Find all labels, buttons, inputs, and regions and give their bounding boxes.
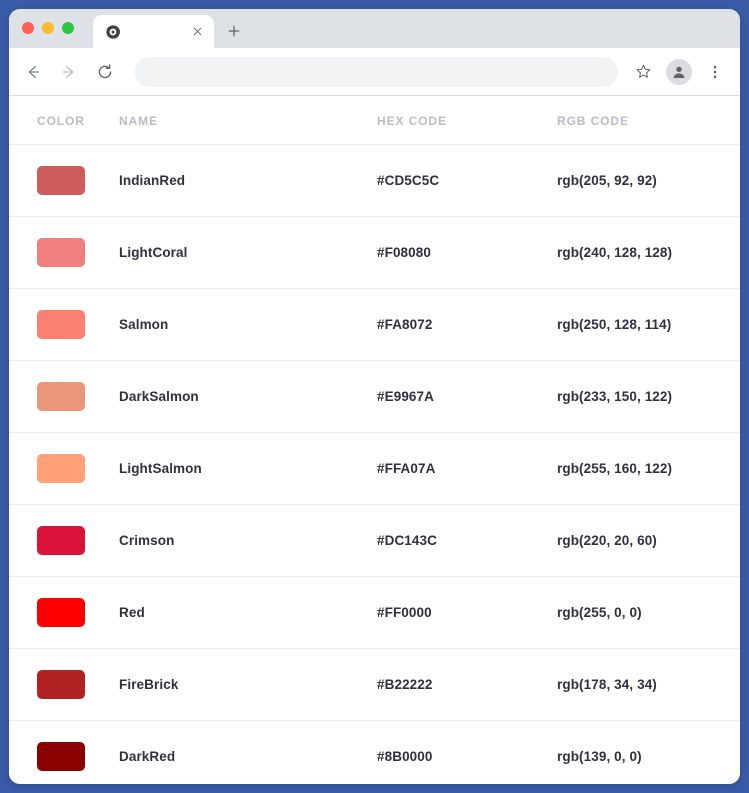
color-swatch (37, 454, 85, 483)
cell-rgb-code: rgb(178, 34, 34) (557, 648, 740, 721)
column-header-hex: HEX CODE (377, 96, 557, 145)
cell-color-swatch (9, 720, 119, 784)
table-row: Red #FF0000 rgb(255, 0, 0) (9, 576, 740, 649)
page-content: COLOR NAME HEX CODE RGB CODE IndianRed #C… (9, 96, 740, 784)
cell-color-name: FireBrick (119, 648, 377, 721)
maximize-window-button[interactable] (62, 21, 74, 34)
cell-color-name: LightCoral (119, 216, 377, 289)
cell-hex-code: #E9967A (377, 360, 557, 433)
column-header-color: COLOR (9, 96, 119, 145)
cell-hex-code: #F08080 (377, 216, 557, 289)
cell-hex-code: #8B0000 (377, 720, 557, 784)
column-header-name: NAME (119, 96, 377, 145)
new-tab-button[interactable] (220, 17, 248, 45)
color-swatch (37, 238, 85, 267)
browser-tab[interactable] (93, 15, 214, 48)
column-header-rgb: RGB CODE (557, 96, 740, 145)
color-swatch (37, 598, 85, 627)
cell-rgb-code: rgb(240, 128, 128) (557, 216, 740, 289)
tab-strip (9, 9, 740, 48)
browser-toolbar (9, 48, 740, 96)
color-swatch (37, 526, 85, 555)
three-dot-menu-icon[interactable] (700, 57, 730, 87)
color-table-body: IndianRed #CD5C5C rgb(205, 92, 92) LightCor… (9, 144, 740, 784)
cell-hex-code: #DC143C (377, 504, 557, 577)
table-row: DarkSalmon #E9967A rgb(233, 150, 122) (9, 360, 740, 433)
color-swatch (37, 670, 85, 699)
cell-color-name: Crimson (119, 504, 377, 577)
table-row: FireBrick #B22222 rgb(178, 34, 34) (9, 648, 740, 721)
cell-color-name: DarkRed (119, 720, 377, 784)
cell-rgb-code: rgb(250, 128, 114) (557, 288, 740, 361)
cell-hex-code: #CD5C5C (377, 144, 557, 217)
cell-color-name: LightSalmon (119, 432, 377, 505)
color-swatch (37, 310, 85, 339)
close-tab-icon[interactable] (189, 24, 205, 40)
table-row: Crimson #DC143C rgb(220, 20, 60) (9, 504, 740, 577)
address-bar-input[interactable] (135, 56, 618, 87)
bookmark-star-icon[interactable] (628, 57, 658, 87)
cell-color-swatch (9, 360, 119, 433)
table-row: DarkRed #8B0000 rgb(139, 0, 0) (9, 720, 740, 784)
cell-hex-code: #FA8072 (377, 288, 557, 361)
browser-window: COLOR NAME HEX CODE RGB CODE IndianRed #C… (9, 9, 740, 784)
cell-hex-code: #FF0000 (377, 576, 557, 649)
cell-rgb-code: rgb(139, 0, 0) (557, 720, 740, 784)
cell-rgb-code: rgb(255, 160, 122) (557, 432, 740, 505)
cell-hex-code: #FFA07A (377, 432, 557, 505)
cell-rgb-code: rgb(220, 20, 60) (557, 504, 740, 577)
cell-color-swatch (9, 504, 119, 577)
cell-color-swatch (9, 576, 119, 649)
cell-color-swatch (9, 432, 119, 505)
cell-color-swatch (9, 216, 119, 289)
table-row: LightCoral #F08080 rgb(240, 128, 128) (9, 216, 740, 289)
close-window-button[interactable] (22, 21, 34, 34)
traffic-lights (22, 9, 74, 48)
cell-rgb-code: rgb(205, 92, 92) (557, 144, 740, 217)
forward-button[interactable] (53, 56, 85, 88)
color-swatch (37, 382, 85, 411)
cell-color-swatch (9, 144, 119, 217)
table-row: Salmon #FA8072 rgb(250, 128, 114) (9, 288, 740, 361)
minimize-window-button[interactable] (42, 21, 54, 34)
color-table-head: COLOR NAME HEX CODE RGB CODE (9, 96, 740, 145)
table-row: LightSalmon #FFA07A rgb(255, 160, 122) (9, 432, 740, 505)
cell-hex-code: #B22222 (377, 648, 557, 721)
cell-color-name: DarkSalmon (119, 360, 377, 433)
cell-color-name: IndianRed (119, 144, 377, 217)
chrome-logo-icon (105, 24, 121, 40)
table-header-row: COLOR NAME HEX CODE RGB CODE (9, 96, 740, 145)
cell-color-name: Salmon (119, 288, 377, 361)
cell-color-swatch (9, 648, 119, 721)
cell-rgb-code: rgb(233, 150, 122) (557, 360, 740, 433)
cell-color-name: Red (119, 576, 377, 649)
reload-button[interactable] (89, 56, 121, 88)
color-table: COLOR NAME HEX CODE RGB CODE IndianRed #C… (9, 96, 740, 784)
cell-color-swatch (9, 288, 119, 361)
table-row: IndianRed #CD5C5C rgb(205, 92, 92) (9, 144, 740, 217)
profile-avatar-icon[interactable] (666, 58, 692, 85)
cell-rgb-code: rgb(255, 0, 0) (557, 576, 740, 649)
color-swatch (37, 166, 85, 195)
back-button[interactable] (17, 56, 49, 88)
color-swatch (37, 742, 85, 771)
